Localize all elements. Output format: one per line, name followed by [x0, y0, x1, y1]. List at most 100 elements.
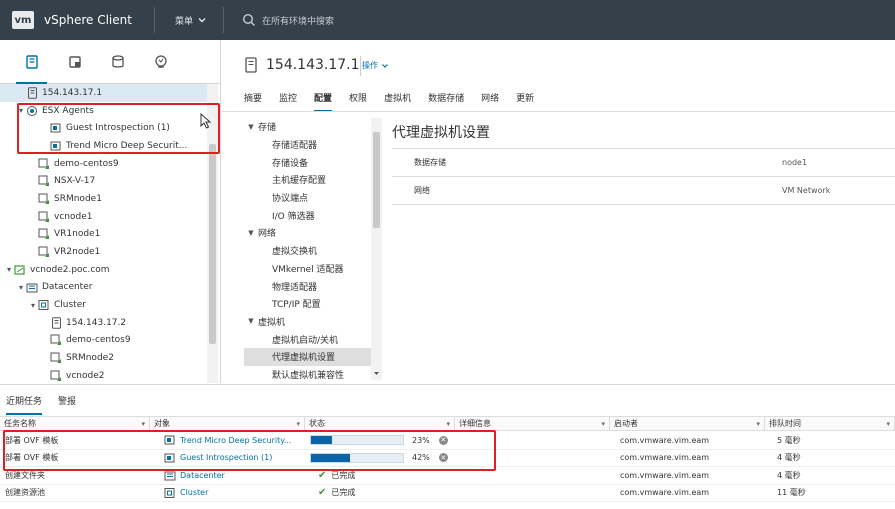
config-item[interactable]: 虚拟机启动/关机: [244, 330, 382, 348]
task-initiator: com.vmware.vim.eam: [620, 488, 710, 498]
caret-down-icon[interactable]: ▾: [28, 301, 38, 310]
settings-value: VM Network: [782, 186, 831, 195]
tree-node[interactable]: 154.143.17.1: [0, 84, 208, 102]
column-header[interactable]: 状态 ▾: [305, 417, 455, 430]
caret-down-icon[interactable]: ▾: [16, 283, 26, 292]
settings-key: 网络: [414, 186, 430, 195]
tab-5[interactable]: 数据存储: [428, 88, 464, 110]
config-item[interactable]: 存储设备: [244, 153, 382, 171]
config-item[interactable]: 主机缓存配置: [244, 171, 382, 189]
config-item[interactable]: 默认虚拟机兼容性: [244, 366, 382, 383]
tree-node-label: VR1node1: [54, 229, 101, 240]
config-nav-scrollbar[interactable]: [371, 118, 382, 380]
vcenter-icon: [14, 264, 26, 276]
settings-table: 数据存储 node1 网络 VM Network: [392, 148, 895, 205]
tab-4[interactable]: 虚拟机: [384, 88, 411, 110]
config-group[interactable]: ▼ 网络: [244, 224, 382, 242]
bottom-tab-1[interactable]: 警报: [58, 390, 76, 411]
vm-icon: [50, 334, 62, 346]
tab-0[interactable]: 摘要: [244, 88, 262, 110]
column-header[interactable]: 详细信息 ▾: [455, 417, 610, 430]
network-tab[interactable]: [139, 40, 182, 84]
config-item[interactable]: 虚拟交换机: [244, 242, 382, 260]
vmware-logo: vm: [12, 11, 34, 29]
main-content: 154.143.17.1 操作 摘要 监控 配置 权限 虚拟机 数据存储 网络 更新 ▼ 存储存…: [222, 40, 895, 383]
datacenter-icon: [26, 281, 38, 293]
tab-2[interactable]: 配置: [314, 88, 333, 112]
column-header[interactable]: 排队时间 ▾: [765, 417, 895, 430]
tree-node[interactable]: ▾ Datacenter: [0, 279, 208, 297]
topbar-separator: [153, 7, 155, 33]
table-row[interactable]: 创建资源池 Cluster ✔ 已完成 com.vmware.vim.eam 11 毫秒: [0, 485, 895, 502]
datacenter-icon: [164, 469, 176, 481]
column-filter-icon[interactable]: ▾: [141, 420, 145, 428]
caret-down-icon: ▼: [248, 228, 254, 237]
tab-3[interactable]: 权限: [349, 88, 367, 110]
tree-node-label: 154.143.17.2: [66, 317, 127, 328]
app-title: vSphere Client: [44, 13, 132, 27]
tree-node[interactable]: ▾ vcnode2.poc.com: [0, 261, 208, 279]
tree-node[interactable]: ▾ Cluster: [0, 296, 208, 314]
caret-down-icon: ▼: [248, 122, 254, 131]
config-group[interactable]: ▼ 虚拟机: [244, 313, 382, 331]
config-item[interactable]: I/O 筛选器: [244, 206, 382, 224]
tree-node[interactable]: VR2node1: [0, 243, 208, 261]
config-item[interactable]: TCP/IP 配置: [244, 295, 382, 313]
config-nav-scrollbar-thumb[interactable]: [373, 132, 380, 228]
hosts-clusters-tab[interactable]: [10, 40, 53, 84]
tree-node[interactable]: vcnode1: [0, 208, 208, 226]
caret-down-icon[interactable]: ▾: [4, 265, 14, 274]
menu-dropdown[interactable]: 菜单: [175, 14, 207, 27]
column-filter-icon[interactable]: ▾: [446, 420, 450, 428]
column-header-label: 对象: [154, 419, 170, 428]
host-icon: [245, 57, 257, 73]
settings-value: node1: [782, 158, 808, 167]
column-header[interactable]: 对象 ▾: [150, 417, 305, 430]
chevron-down-icon: [198, 18, 206, 23]
host-title-text: 154.143.17.1: [266, 57, 360, 73]
cluster-icon: [164, 487, 176, 499]
task-object-link[interactable]: Datacenter: [180, 471, 225, 480]
tab-6[interactable]: 网络: [481, 88, 499, 110]
storage-tab[interactable]: [96, 40, 139, 84]
tree-node[interactable]: NSX-V-17: [0, 172, 208, 190]
tree-node[interactable]: vcnode2: [0, 367, 208, 383]
tree-scrollbar-thumb[interactable]: [209, 144, 216, 344]
column-filter-icon[interactable]: ▾: [296, 420, 300, 428]
tree-node[interactable]: SRMnode1: [0, 190, 208, 208]
checkmark-icon: ✔: [318, 487, 327, 499]
tree-node[interactable]: VR1node1: [0, 226, 208, 244]
tree-node[interactable]: 154.143.17.2: [0, 314, 208, 332]
tree-node[interactable]: SRMnode2: [0, 349, 208, 367]
host-icon: [50, 317, 62, 329]
column-filter-icon[interactable]: ▾: [601, 420, 605, 428]
scroll-down-icon[interactable]: [371, 370, 382, 378]
config-item[interactable]: 存储适配器: [244, 136, 382, 154]
tab-7[interactable]: 更新: [516, 88, 534, 110]
task-status: ✔ 已完成: [305, 485, 455, 502]
tabs-divider: [222, 111, 895, 112]
vms-templates-tab[interactable]: [53, 40, 96, 84]
tree-node-label: demo-centos9: [66, 335, 131, 346]
tree-node[interactable]: demo-centos9: [0, 155, 208, 173]
column-filter-icon[interactable]: ▾: [756, 420, 760, 428]
task-object[interactable]: Cluster: [150, 485, 305, 502]
config-item[interactable]: 协议端点: [244, 189, 382, 207]
tree-node[interactable]: demo-centos9: [0, 332, 208, 350]
config-group[interactable]: ▼ 存储: [244, 118, 382, 136]
search-input[interactable]: 在所有环境中搜索: [242, 13, 334, 27]
config-item[interactable]: 物理适配器: [244, 277, 382, 295]
actions-menu[interactable]: 操作: [362, 60, 389, 71]
column-filter-icon[interactable]: ▾: [886, 420, 890, 428]
config-item[interactable]: 代理虚拟机设置: [244, 347, 382, 366]
tree-node-label: Datacenter: [42, 282, 93, 293]
column-header[interactable]: 启动者 ▾: [610, 417, 765, 430]
caret-down-icon: ▼: [248, 317, 254, 326]
task-object-link[interactable]: Cluster: [180, 488, 208, 497]
config-item[interactable]: VMkernel 适配器: [244, 260, 382, 278]
bottom-tab-0[interactable]: 近期任务: [6, 390, 43, 415]
task-name: 创建资源池: [5, 488, 45, 498]
config-group-label: 虚拟机: [258, 317, 286, 328]
column-header[interactable]: 任务名称 ▾: [0, 417, 150, 430]
tab-1[interactable]: 监控: [279, 88, 297, 110]
